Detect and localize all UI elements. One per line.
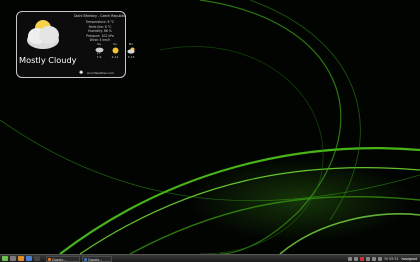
- keyboard-icon[interactable]: [372, 256, 377, 261]
- forecast-day: Mo 3-13: [123, 42, 139, 59]
- browser-icon: [48, 257, 51, 261]
- forecast-day-name: Su: [113, 42, 117, 46]
- task-label-2: Google...: [88, 257, 103, 262]
- weather-condition: Mostly Cloudy: [19, 55, 77, 65]
- forecast-temp: 2-11: [111, 55, 119, 59]
- weather-forecast: Sa 7-9 Su 2-11 Mo 3-13: [91, 42, 141, 59]
- forecast-day-name: Sa: [97, 42, 101, 46]
- task-label: Google...: [52, 257, 67, 262]
- user-name[interactable]: hosegood: [401, 257, 417, 261]
- taskbar-window-button-2[interactable]: Google...: [82, 255, 112, 262]
- forecast-day-name: Mo: [128, 42, 134, 46]
- terminal-icon[interactable]: [34, 256, 40, 261]
- weather-widget[interactable]: Mostly Cloudy Dolní Břežany - Czech Repu…: [16, 11, 134, 78]
- window-icon: [84, 257, 87, 261]
- volume-icon[interactable]: [354, 256, 359, 261]
- partly-cloudy-icon: [126, 47, 135, 54]
- weather-location: Dolní Břežany - Czech Republic: [74, 14, 126, 18]
- file-manager-icon[interactable]: [26, 256, 32, 261]
- forecast-day: Su 2-11: [107, 42, 123, 59]
- forecast-day: Sa 7-9: [91, 42, 107, 59]
- system-tray: Fri 05:31 hosegood: [348, 256, 420, 261]
- forecast-temp: 3-13: [127, 55, 135, 59]
- taskbar-window-button[interactable]: Google...: [46, 255, 80, 262]
- taskbar: Google... Google... Fri 05:31 hosegood: [0, 254, 420, 262]
- clock[interactable]: Fri 05:31: [384, 257, 398, 261]
- firefox-launcher-icon[interactable]: [18, 256, 24, 261]
- cloud-rain-icon: [95, 47, 103, 54]
- network-icon[interactable]: [348, 256, 353, 261]
- update-icon[interactable]: [360, 256, 365, 261]
- power-icon[interactable]: [378, 256, 383, 261]
- mostly-cloudy-icon: [27, 20, 59, 49]
- forecast-temp: 7-9: [96, 55, 102, 59]
- show-desktop-icon[interactable]: [10, 256, 16, 261]
- weather-source[interactable]: AccuWeather.com: [87, 71, 114, 75]
- accuweather-sun-icon: ✺: [79, 70, 84, 76]
- weather-details: Temperature: 6 °C Feels like: 6 °C Humid…: [77, 20, 123, 43]
- sun-icon: [112, 47, 118, 54]
- battery-icon[interactable]: [366, 256, 371, 261]
- menu-icon[interactable]: [2, 256, 8, 261]
